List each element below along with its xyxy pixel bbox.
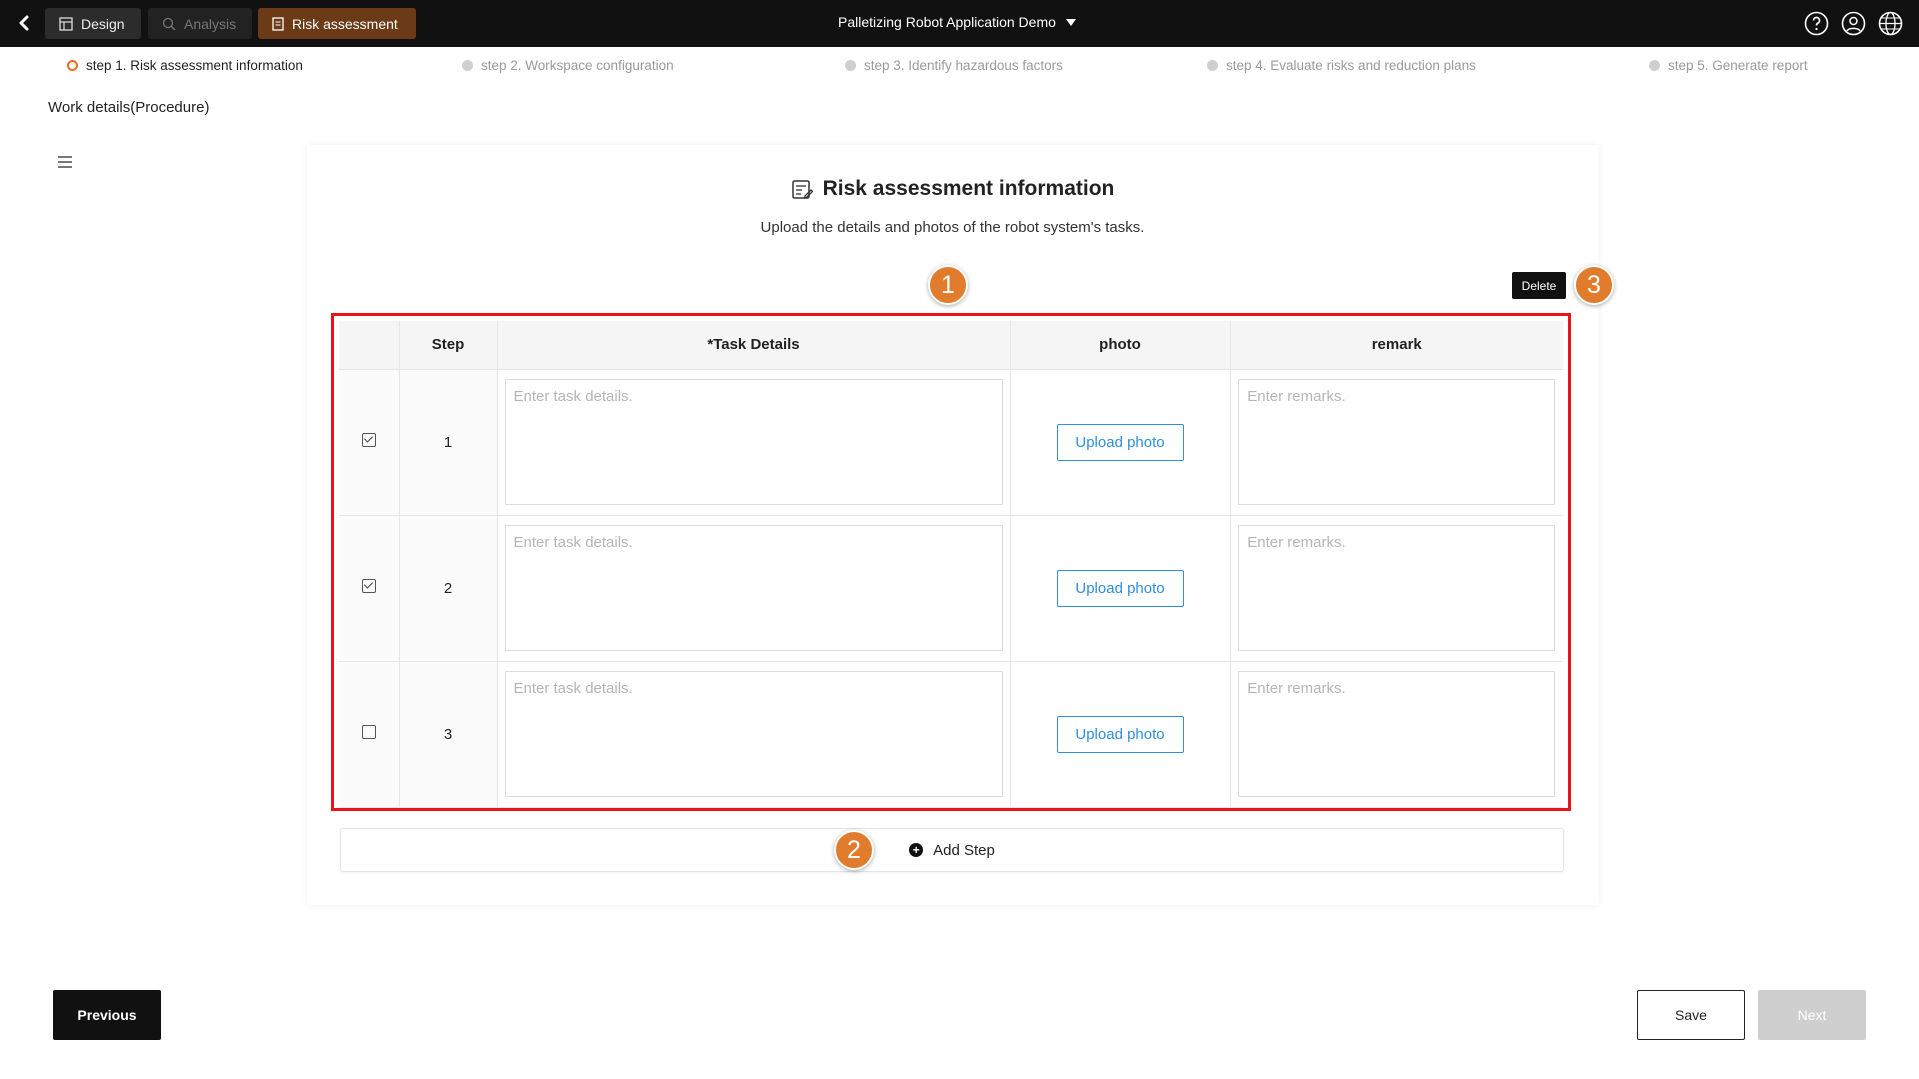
remark-input[interactable] [1238, 379, 1556, 505]
plus-circle-icon: + [909, 843, 924, 857]
row-checkbox[interactable] [361, 725, 376, 739]
add-step-label: Add Step [933, 841, 995, 859]
step-dot-icon [1649, 60, 1660, 71]
upload-photo-button[interactable]: Upload photo [1056, 423, 1184, 461]
user-icon[interactable] [1841, 11, 1866, 36]
table-header-row: Step *Task Details photo remark [339, 321, 1563, 370]
column-header-remark: remark [1230, 321, 1563, 370]
project-title: Palletizing Robot Application Demo [838, 14, 1056, 30]
tab-risk-assessment-label: Risk assessment [292, 15, 398, 32]
table-row: 2 Upload photo [339, 515, 1563, 662]
task-details-input[interactable] [504, 525, 1003, 651]
step-3[interactable]: step 3. Identify hazardous factors [845, 58, 1063, 73]
tab-analysis[interactable]: Analysis [148, 8, 252, 39]
table-row: 1 Upload photo [339, 369, 1563, 516]
step-5[interactable]: step 5. Generate report [1649, 58, 1808, 73]
analysis-icon [162, 17, 176, 31]
design-icon [59, 16, 73, 31]
step-3-label: step 3. Identify hazardous factors [864, 58, 1063, 73]
step-number: 3 [399, 661, 498, 808]
help-icon[interactable] [1804, 11, 1829, 36]
step-4-label: step 4. Evaluate risks and reduction pla… [1226, 58, 1476, 73]
column-header-task-details: *Task Details [497, 321, 1011, 370]
step-dot-icon [845, 60, 856, 71]
step-4[interactable]: step 4. Evaluate risks and reduction pla… [1207, 58, 1476, 73]
tab-design[interactable]: Design [45, 8, 141, 39]
tab-design-label: Design [81, 15, 125, 32]
next-button[interactable]: Next [1758, 990, 1866, 1040]
clipboard-icon [791, 180, 813, 199]
caret-down-icon [1065, 18, 1076, 26]
annotation-marker-3: 3 [1574, 265, 1614, 305]
task-details-input[interactable] [504, 671, 1003, 797]
table-row: 3 Upload photo [339, 661, 1563, 808]
annotation-marker-1: 1 [928, 265, 968, 305]
menu-icon[interactable] [57, 155, 73, 169]
row-checkbox[interactable] [361, 579, 376, 593]
step-2-label: step 2. Workspace configuration [481, 58, 674, 73]
delete-button[interactable]: Delete [1512, 272, 1566, 299]
project-selector[interactable]: Palletizing Robot Application Demo [838, 14, 1076, 30]
row-checkbox[interactable] [361, 433, 376, 447]
card-title: Risk assessment information [307, 177, 1598, 201]
globe-icon[interactable] [1878, 11, 1903, 36]
add-step-button[interactable]: + Add Step [340, 828, 1564, 872]
remark-input[interactable] [1238, 525, 1556, 651]
stepper: step 1. Risk assessment information step… [0, 58, 1919, 78]
step-1-label: step 1. Risk assessment information [86, 58, 303, 73]
document-icon [272, 16, 284, 31]
step-1[interactable]: step 1. Risk assessment information [67, 58, 303, 73]
remark-input[interactable] [1238, 671, 1556, 797]
save-button[interactable]: Save [1637, 990, 1745, 1040]
column-header-step: Step [399, 321, 498, 370]
card-description: Upload the details and photos of the rob… [760, 219, 1145, 236]
card-title-text: Risk assessment information [822, 177, 1115, 200]
previous-button[interactable]: Previous [53, 990, 161, 1040]
tab-analysis-label: Analysis [184, 15, 237, 32]
step-5-label: step 5. Generate report [1668, 58, 1808, 73]
step-number: 1 [399, 369, 498, 516]
step-dot-icon [462, 60, 473, 71]
upload-photo-button[interactable]: Upload photo [1056, 715, 1184, 753]
task-details-input[interactable] [504, 379, 1003, 505]
annotation-marker-2: 2 [834, 830, 874, 870]
steps-table-highlight: Step *Task Details photo remark 1 Upload… [331, 313, 1571, 811]
back-icon[interactable] [12, 10, 38, 36]
upload-photo-button[interactable]: Upload photo [1056, 569, 1184, 607]
tab-risk-assessment[interactable]: Risk assessment [258, 8, 416, 39]
column-header-select [339, 321, 400, 370]
step-number: 2 [399, 515, 498, 662]
steps-table: Step *Task Details photo remark 1 Upload… [339, 321, 1563, 808]
top-bar: Design Analysis Risk assessment Palletiz… [0, 0, 1919, 47]
step-active-dot-icon [67, 60, 78, 71]
step-dot-icon [1207, 60, 1218, 71]
column-header-photo: photo [1010, 321, 1231, 370]
page-subtitle: Work details(Procedure) [48, 99, 210, 116]
step-2[interactable]: step 2. Workspace configuration [462, 58, 674, 73]
